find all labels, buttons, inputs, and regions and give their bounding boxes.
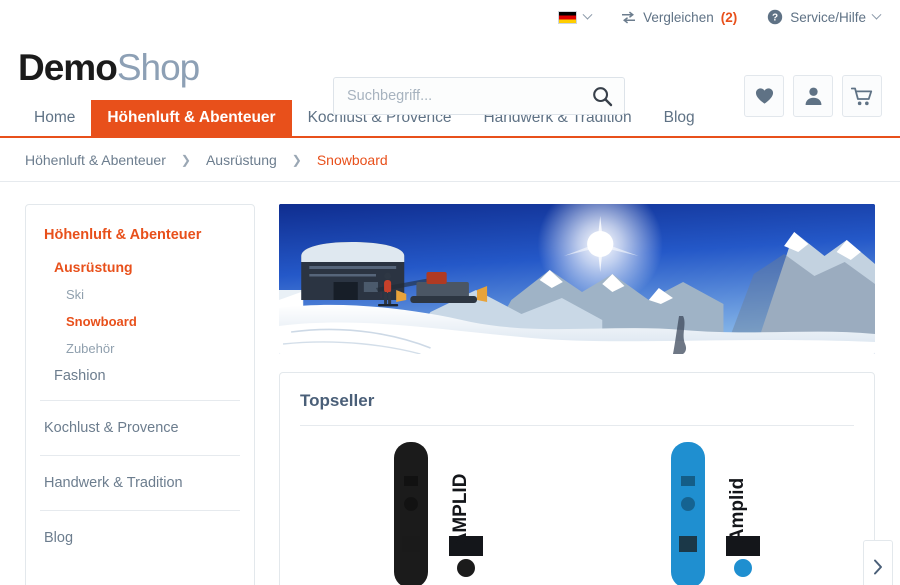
breadcrumb-separator: ❯ — [291, 152, 302, 167]
search-icon — [592, 86, 612, 106]
snowboard-image — [671, 442, 705, 585]
breadcrumb-item[interactable]: Höhenluft & Abenteuer — [25, 152, 166, 168]
compare-icon — [622, 11, 636, 23]
page-body: Höhenluft & Abenteuer Ausrüstung Ski Snowbo… — [0, 182, 900, 585]
topseller-panel: Topseller AMPLID Amplid — [279, 372, 875, 585]
breadcrumb: Höhenluft & Abenteuer ❯ Ausrüstung ❯ Snowboa… — [0, 138, 900, 182]
main-content: Topseller AMPLID Amplid — [279, 204, 893, 585]
sidebar-divider — [40, 400, 240, 401]
sidebar-item[interactable]: Ausrüstung — [26, 253, 254, 281]
svg-text:?: ? — [772, 13, 778, 24]
svg-text:AMPLID: AMPLID — [450, 474, 471, 547]
site-logo[interactable]: DemoShop — [18, 46, 200, 88]
search-button[interactable] — [580, 78, 624, 114]
question-circle-icon: ? — [768, 9, 783, 25]
sidebar-item[interactable]: Zubehör — [26, 335, 254, 362]
language-switcher[interactable] — [558, 9, 593, 24]
site-header: DemoShop — [0, 34, 900, 117]
nav-item[interactable]: Home — [18, 100, 91, 136]
compare-count: (2) — [720, 9, 738, 25]
compare-link[interactable]: Vergleichen (2) — [621, 10, 737, 25]
svg-text:Amplid: Amplid — [727, 478, 748, 542]
sidebar-divider — [40, 455, 240, 456]
account-button[interactable] — [793, 75, 833, 117]
service-help-label: Service/Hilfe — [790, 9, 866, 25]
logo-text-secondary: Shop — [116, 46, 200, 88]
category-banner[interactable] — [279, 204, 875, 354]
top-bar: Vergleichen (2) ? Service/Hilfe — [0, 0, 900, 34]
user-icon — [805, 87, 821, 105]
breadcrumb-item[interactable]: Ausrüstung — [206, 152, 277, 168]
sidebar-divider — [40, 510, 240, 511]
nav-item[interactable]: Blog — [648, 100, 711, 136]
breadcrumb-item[interactable]: Snowboard — [317, 152, 388, 168]
chevron-right-icon — [874, 559, 882, 575]
wishlist-button[interactable] — [744, 75, 784, 117]
snowboard-image — [394, 442, 428, 585]
category-sidebar: Höhenluft & Abenteuer Ausrüstung Ski Snowbo… — [25, 204, 255, 585]
topseller-title: Topseller — [300, 391, 854, 426]
service-help-link[interactable]: ? Service/Hilfe — [767, 9, 882, 25]
sidebar-item[interactable]: Snowboard — [26, 308, 254, 335]
cart-button[interactable] — [842, 75, 882, 117]
compare-label: Vergleichen — [643, 9, 714, 25]
carousel-next-button[interactable] — [863, 540, 893, 585]
heart-icon — [755, 88, 773, 104]
sidebar-item[interactable]: Ski — [26, 281, 254, 308]
topseller-products: AMPLID Amplid — [300, 426, 854, 585]
breadcrumb-separator: ❯ — [180, 152, 191, 167]
banner-illustration — [279, 204, 875, 354]
german-flag-icon — [558, 10, 578, 24]
chevron-down-icon — [871, 9, 882, 20]
sidebar-item[interactable]: Handwerk & Tradition — [26, 466, 254, 500]
search-box[interactable] — [333, 77, 625, 115]
logo-text-primary: Demo — [18, 46, 118, 88]
header-actions — [744, 75, 882, 117]
sidebar-item[interactable]: Höhenluft & Abenteuer — [26, 221, 254, 253]
snowboard-image: AMPLID — [449, 442, 483, 585]
shopping-cart-icon — [851, 87, 873, 105]
snowboard-image: Amplid — [726, 442, 760, 585]
sidebar-item[interactable]: Fashion — [26, 362, 254, 390]
product-image: Amplid — [665, 440, 766, 585]
nav-item[interactable]: Höhenluft & Abenteuer — [91, 100, 292, 136]
sidebar-item[interactable]: Kochlust & Provence — [26, 411, 254, 445]
search-input[interactable] — [334, 88, 580, 104]
chevron-down-icon — [582, 9, 593, 20]
product-card[interactable]: Amplid — [577, 440, 854, 585]
sidebar-item[interactable]: Blog — [26, 521, 254, 555]
product-card[interactable]: AMPLID — [300, 440, 577, 585]
product-image: AMPLID — [388, 440, 489, 585]
